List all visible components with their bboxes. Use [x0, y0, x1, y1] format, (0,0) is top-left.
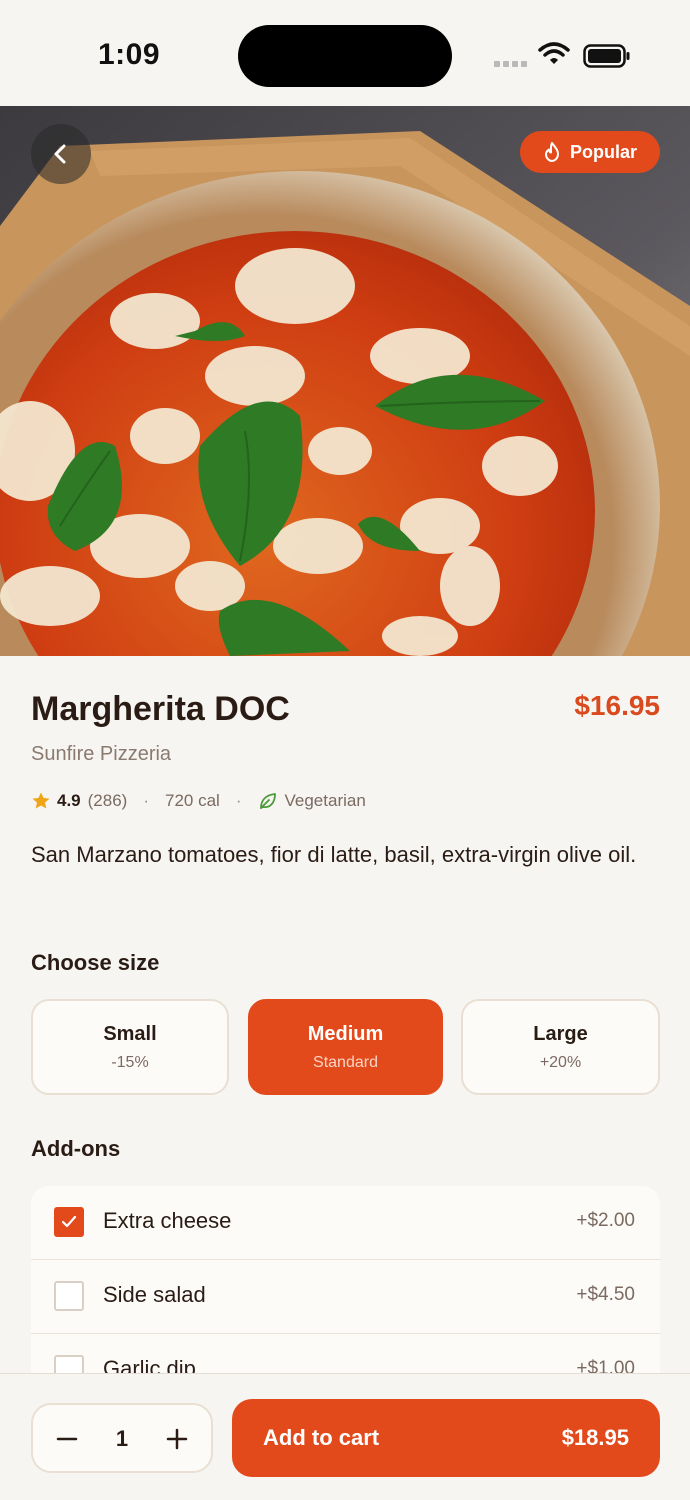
- size-option-small[interactable]: Small -15%: [31, 999, 229, 1095]
- addon-label: Side salad: [103, 1282, 206, 1307]
- size-option-medium[interactable]: Medium Standard: [248, 999, 443, 1095]
- addon-price: +$2.00: [576, 1210, 635, 1231]
- badge-label: Popular: [569, 141, 637, 162]
- cart-total: $18.95: [561, 1425, 629, 1450]
- chevron-left-icon: [54, 144, 66, 164]
- size-section-title: Choose size: [31, 950, 160, 975]
- addon-row-extra-cheese[interactable]: Extra cheese +$2.00: [31, 1186, 660, 1260]
- item-price: $16.95: [574, 690, 660, 721]
- addons-section-title: Add-ons: [31, 1136, 121, 1161]
- item-description: San Marzano tomatoes, fior di latte, bas…: [31, 842, 637, 867]
- cellular-signal-icon: [494, 61, 527, 67]
- addon-checkbox[interactable]: [54, 1207, 84, 1237]
- status-time: 1:09: [98, 38, 161, 71]
- add-to-cart-label: Add to cart: [263, 1425, 380, 1450]
- size-detail: Standard: [313, 1053, 378, 1071]
- quantity-stepper: 1: [31, 1403, 213, 1473]
- plus-icon: [166, 1428, 188, 1450]
- size-name: Medium: [307, 1022, 384, 1045]
- wifi-icon: [538, 42, 570, 64]
- separator-dot: ·: [235, 791, 242, 810]
- pizza-photo: [0, 106, 690, 656]
- popular-badge: Popular: [520, 131, 660, 173]
- rating-value: 4.9: [57, 791, 81, 810]
- size-name: Large: [533, 1022, 588, 1045]
- star-icon: [32, 792, 50, 809]
- size-detail: +20%: [539, 1053, 582, 1071]
- hero-image: Popular: [0, 106, 690, 656]
- calories: 720 cal: [165, 791, 220, 810]
- addon-row-side-salad[interactable]: Side salad +$4.50: [31, 1260, 660, 1334]
- increase-quantity-button[interactable]: [163, 1425, 191, 1453]
- addon-price: +$4.50: [576, 1284, 635, 1305]
- size-name: Small: [103, 1022, 157, 1045]
- back-button[interactable]: [31, 124, 91, 184]
- addon-label: Extra cheese: [103, 1208, 232, 1233]
- review-count[interactable]: (286): [88, 791, 128, 811]
- restaurant-name[interactable]: Sunfire Pizzeria: [31, 743, 171, 766]
- leaf-icon: [259, 793, 276, 809]
- item-title: Margherita DOC: [31, 690, 290, 728]
- dynamic-island: [238, 25, 452, 87]
- separator-dot: ·: [143, 791, 149, 810]
- battery-icon: [583, 44, 630, 68]
- flame-icon: [544, 142, 559, 162]
- addon-checkbox[interactable]: [54, 1281, 84, 1311]
- bottom-action-bar: 1 Add to cart $18.95: [0, 1373, 690, 1500]
- checkmark-icon: [61, 1215, 77, 1228]
- item-meta: 4.9 (286) · 720 cal · Vegetarian: [31, 789, 366, 813]
- add-to-cart-button[interactable]: Add to cart $18.95: [232, 1399, 660, 1477]
- size-detail: -15%: [111, 1053, 149, 1071]
- size-option-large[interactable]: Large +20%: [461, 999, 660, 1095]
- status-bar: 1:09: [0, 0, 690, 106]
- diet-label: Vegetarian: [284, 791, 366, 810]
